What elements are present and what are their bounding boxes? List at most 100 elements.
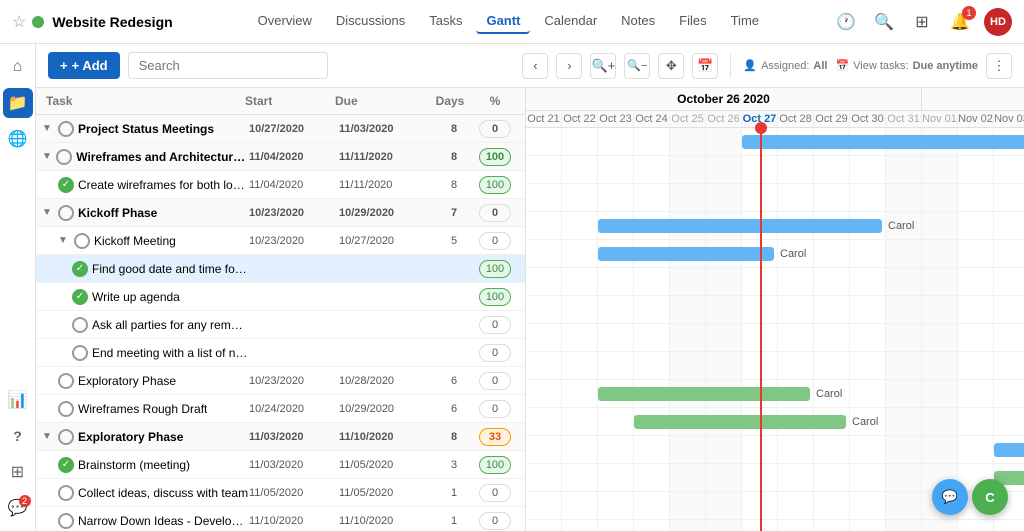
nav-gantt[interactable]: Gantt xyxy=(476,9,530,34)
task-start: 11/03/2020 xyxy=(249,431,339,443)
task-row[interactable]: ▼ Project Status Meetings 10/27/2020 11/… xyxy=(36,115,525,143)
gantt-cell xyxy=(850,268,886,295)
add-button[interactable]: + + Add xyxy=(48,52,120,79)
sidebar-folder-icon[interactable]: 📁 xyxy=(3,88,33,118)
nav-tasks[interactable]: Tasks xyxy=(419,9,472,34)
gantt-cell xyxy=(562,408,598,435)
task-row[interactable]: End meeting with a list of need... 0 xyxy=(36,339,525,367)
more-options-button[interactable]: ⋮ xyxy=(986,53,1012,79)
sidebar-globe-icon[interactable]: 🌐 xyxy=(3,124,33,154)
task-status-check: ✓ xyxy=(72,261,88,277)
move-icon[interactable]: ✥ xyxy=(658,53,684,79)
gantt-cell xyxy=(562,464,598,491)
task-row[interactable]: ▼ Exploratory Phase 11/03/2020 11/10/202… xyxy=(36,423,525,451)
main-content: + + Add ‹ › 🔍+ 🔍− ✥ 📅 👤 Assigned: All 📅 … xyxy=(36,44,1024,531)
task-row[interactable]: ▼ Kickoff Meeting 10/23/2020 10/27/2020 … xyxy=(36,227,525,255)
task-row[interactable]: Ask all parties for any remarks... 0 xyxy=(36,311,525,339)
task-row[interactable]: ✓ Write up agenda 100 xyxy=(36,283,525,311)
nav-notes[interactable]: Notes xyxy=(611,9,665,34)
task-row[interactable]: ✓ Brainstorm (meeting) 11/03/2020 11/05/… xyxy=(36,451,525,479)
gantt-cell xyxy=(886,324,922,351)
nav-time[interactable]: Time xyxy=(721,9,769,34)
zoom-in-button[interactable]: 🔍+ xyxy=(590,53,616,79)
chevron-icon[interactable]: ▼ xyxy=(42,123,54,134)
sidebar-chart-icon[interactable]: 📊 xyxy=(3,385,33,415)
chevron-icon[interactable]: ▼ xyxy=(42,207,54,218)
user-avatar[interactable]: HD xyxy=(984,8,1012,36)
person-icon: 👤 xyxy=(743,59,757,72)
sidebar-chat-icon[interactable]: 💬 2 xyxy=(3,493,33,523)
gantt-cell xyxy=(526,436,562,463)
sidebar-grid-icon[interactable]: ⊞ xyxy=(3,457,33,487)
gantt-cell xyxy=(850,296,886,323)
task-row[interactable]: Exploratory Phase 10/23/2020 10/28/2020 … xyxy=(36,367,525,395)
gantt-cell xyxy=(922,436,958,463)
task-name-text: Wireframes and Architecture Phase xyxy=(76,150,249,164)
floating-avatar[interactable]: C xyxy=(972,479,1008,515)
zoom-out-button[interactable]: 🔍− xyxy=(624,53,650,79)
task-row[interactable]: Collect ideas, discuss with team 11/05/2… xyxy=(36,479,525,507)
task-row[interactable]: Wireframes Rough Draft 10/24/2020 10/29/… xyxy=(36,395,525,423)
sidebar-home-icon[interactable]: ⌂ xyxy=(3,52,33,82)
task-row[interactable]: ▼ Kickoff Phase 10/23/2020 10/29/2020 7 … xyxy=(36,199,525,227)
gantt-cell xyxy=(886,436,922,463)
gantt-cell xyxy=(634,492,670,519)
gantt-cell xyxy=(778,296,814,323)
task-status-circle xyxy=(58,513,74,529)
gantt-row: Create wireframes for both look and engi… xyxy=(526,184,1024,212)
gantt-next-button[interactable]: › xyxy=(556,53,582,79)
task-name-text: Create wireframes for both look a... xyxy=(78,178,249,192)
gantt-cell xyxy=(562,324,598,351)
gantt-cell xyxy=(778,520,814,531)
gantt-cell xyxy=(598,324,634,351)
chevron-icon[interactable]: ▼ xyxy=(42,431,54,442)
floating-chat-icon[interactable]: 💬 xyxy=(932,479,968,515)
gantt-cell xyxy=(598,492,634,519)
nav-overview[interactable]: Overview xyxy=(248,9,322,34)
gantt-cell xyxy=(814,436,850,463)
task-status-check: ✓ xyxy=(58,457,74,473)
gantt-cell xyxy=(886,240,922,267)
search-icon[interactable]: 🔍 xyxy=(870,8,898,36)
nav-files[interactable]: Files xyxy=(669,9,716,34)
task-row[interactable]: ✓ Find good date and time for all... 100 xyxy=(36,255,525,283)
apps-icon[interactable]: ⊞ xyxy=(908,8,936,36)
nav-discussions[interactable]: Discussions xyxy=(326,9,415,34)
task-status-circle xyxy=(58,401,74,417)
view-filter[interactable]: 📅 View tasks: Due anytime xyxy=(835,59,978,72)
chevron-icon[interactable]: ▼ xyxy=(42,151,52,162)
task-days: 6 xyxy=(429,403,479,415)
gantt-cell xyxy=(922,240,958,267)
notifications-icon[interactable]: 🔔 1 xyxy=(946,8,974,36)
gantt-cell xyxy=(994,212,1024,239)
sidebar-help-icon[interactable]: ? xyxy=(3,421,33,451)
gantt-cell xyxy=(886,352,922,379)
gantt-cell xyxy=(706,296,742,323)
task-due: 11/10/2020 xyxy=(339,515,429,527)
star-icon[interactable]: ☆ xyxy=(12,12,26,32)
gantt-row: Carol xyxy=(526,240,1024,268)
chevron-icon[interactable]: ▼ xyxy=(58,235,70,246)
task-status-circle xyxy=(58,485,74,501)
task-start: 10/23/2020 xyxy=(249,375,339,387)
task-row[interactable]: ✓ Create wireframes for both look a... 1… xyxy=(36,171,525,199)
search-input[interactable] xyxy=(128,52,328,79)
task-row[interactable]: Narrow Down Ideas - Develop Act... 11/10… xyxy=(36,507,525,531)
task-start: 10/24/2020 xyxy=(249,403,339,415)
task-name-text: Kickoff Meeting xyxy=(94,234,176,248)
nav-calendar[interactable]: Calendar xyxy=(534,9,607,34)
col-task: Task xyxy=(46,94,245,108)
gantt-cell xyxy=(562,184,598,211)
gantt-cell xyxy=(526,352,562,379)
gantt-prev-button[interactable]: ‹ xyxy=(522,53,548,79)
task-name-text: Write up agenda xyxy=(92,290,180,304)
nav-right-icons: 🕐 🔍 ⊞ 🔔 1 HD xyxy=(832,8,1012,36)
gantt-cell xyxy=(670,324,706,351)
task-name-text: Find good date and time for all... xyxy=(92,262,249,276)
task-days: 7 xyxy=(429,207,479,219)
assigned-filter[interactable]: 👤 Assigned: All xyxy=(743,59,827,72)
calendar-icon[interactable]: 📅 xyxy=(692,53,718,79)
task-row[interactable]: ▼ Wireframes and Architecture Phase 11/0… xyxy=(36,143,525,171)
clock-icon[interactable]: 🕐 xyxy=(832,8,860,36)
gantt-cell xyxy=(526,380,562,407)
